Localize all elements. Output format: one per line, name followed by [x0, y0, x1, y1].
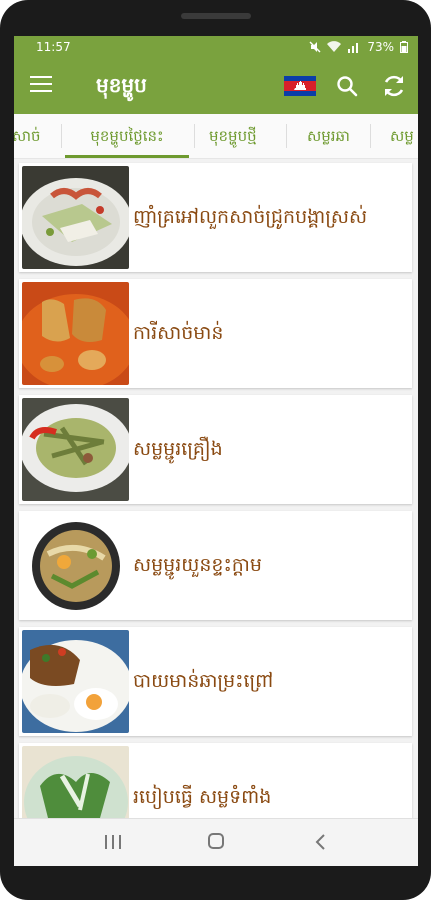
recipe-thumbnail: [22, 746, 129, 818]
recipe-title: ញាំគ្រអៅលួកសាច់ជ្រូកបង្គាស្រស់: [133, 206, 368, 228]
recipe-thumbnail: [22, 630, 129, 733]
tab-divider: [194, 124, 195, 148]
signal-icon: [348, 43, 359, 53]
recipe-thumbnail: [22, 282, 129, 385]
tab-stir-fry[interactable]: សម្លរឆា: [307, 114, 350, 158]
status-time: 11:57: [36, 40, 71, 54]
recipe-title: សម្លម្ជូរគ្រឿង: [133, 438, 223, 460]
app-bar: មុខម្ហូប: [14, 58, 418, 114]
app-title: មុខម្ហូប: [96, 73, 147, 97]
tab-divider: [370, 124, 371, 148]
recipe-title: ការីសាច់មាន់: [133, 322, 224, 344]
back-icon[interactable]: [314, 833, 328, 851]
recipe-thumbnail: [22, 398, 129, 501]
search-icon[interactable]: [335, 74, 359, 98]
home-icon[interactable]: [208, 833, 224, 849]
recipe-item[interactable]: បាយមាន់ឆាម្រះព្រៅ: [19, 627, 412, 736]
cambodia-flag-icon[interactable]: [284, 76, 316, 96]
recipe-item[interactable]: សម្លម្ជូរគ្រឿង: [19, 395, 412, 504]
tab-meat[interactable]: សាច់: [14, 114, 41, 158]
tab-divider: [286, 124, 287, 148]
status-bar: 11:57 73%: [14, 36, 418, 58]
recipe-title: បាយមាន់ឆាម្រះព្រៅ: [133, 670, 274, 692]
refresh-icon[interactable]: [381, 73, 407, 99]
recipe-title: សម្លម្ជូរយួនខ្ទះក្តាម: [133, 554, 262, 576]
tab-divider: [61, 124, 62, 148]
recipe-item[interactable]: ញាំគ្រអៅលួកសាច់ជ្រូកបង្គាស្រស់: [19, 163, 412, 272]
recipe-item[interactable]: ការីសាច់មាន់: [19, 279, 412, 388]
tab-today-menu[interactable]: មុខម្ហូបថ្ងៃនេះ: [65, 114, 189, 158]
mute-icon: [309, 41, 321, 53]
recipe-title: របៀបធ្វើ សម្លទំពាំង: [133, 786, 272, 808]
category-tabs: សាច់ មុខម្ហូបថ្ងៃនេះ មុខម្ហូបថ្មី សម្លរឆ…: [14, 114, 418, 159]
tab-soup[interactable]: សម្ល: [390, 114, 414, 158]
system-nav-bar: [14, 818, 418, 866]
screen: 11:57 73% មុខម្ហូប សាច់ មុខម្ហូបថ្ងៃនេះ …: [14, 36, 418, 866]
hamburger-menu-icon[interactable]: [30, 76, 52, 96]
wifi-icon: [327, 41, 342, 52]
recipe-thumbnail: [22, 166, 129, 269]
recipe-item[interactable]: របៀបធ្វើ សម្លទំពាំង: [19, 743, 412, 818]
battery-icon: [400, 41, 408, 53]
recipe-list: ញាំគ្រអៅលួកសាច់ជ្រូកបង្គាស្រស់ ការីសាច់ម…: [14, 158, 418, 818]
battery-percent: 73%: [367, 40, 394, 54]
recipe-item[interactable]: សម្លម្ជូរយួនខ្ទះក្តាម: [19, 511, 412, 620]
recents-icon[interactable]: [104, 835, 122, 849]
recipe-thumbnail: [22, 514, 129, 617]
speaker-grille: [181, 13, 251, 19]
status-icons: 73%: [309, 40, 408, 54]
tab-new-menu[interactable]: មុខម្ហូបថ្មី: [209, 114, 257, 158]
phone-frame: 11:57 73% មុខម្ហូប សាច់ មុខម្ហូបថ្ងៃនេះ …: [0, 0, 431, 900]
